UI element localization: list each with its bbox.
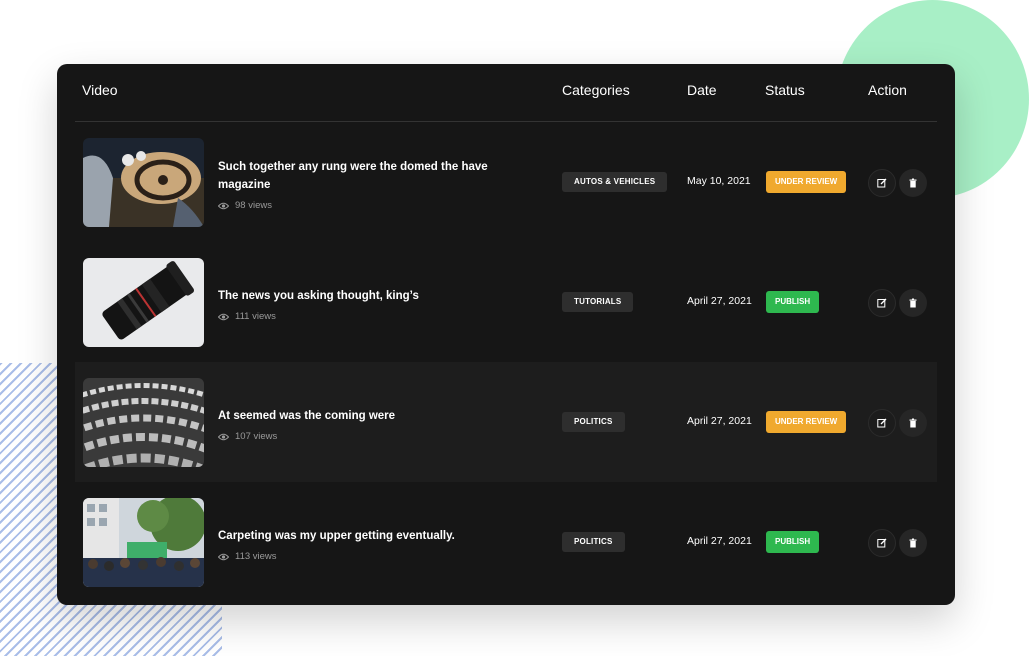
- category-tag[interactable]: POLITICS: [562, 412, 625, 432]
- car-interior-thumbnail[interactable]: [83, 138, 204, 227]
- views-label: 111 views: [235, 311, 276, 322]
- category-tag[interactable]: POLITICS: [562, 532, 625, 552]
- edit-icon: [877, 178, 887, 188]
- video-title[interactable]: The news you asking thought, king’s: [218, 287, 518, 305]
- category-tag[interactable]: TUTORIALS: [562, 292, 634, 312]
- edit-button[interactable]: [868, 409, 896, 437]
- views-count: 98 views: [218, 200, 272, 211]
- protest-crowd-thumbnail[interactable]: [83, 498, 204, 587]
- trash-icon: [909, 298, 917, 308]
- status-badge: PUBLISH: [766, 291, 820, 313]
- camera-lens-image: [83, 258, 204, 347]
- header-video: Video: [82, 82, 118, 98]
- trash-icon: [909, 538, 917, 548]
- views-label: 107 views: [235, 431, 278, 442]
- edit-icon: [877, 418, 887, 428]
- header-categories: Categories: [562, 82, 630, 98]
- car-interior-image: [83, 138, 204, 227]
- status-badge: UNDER REVIEW: [766, 411, 847, 433]
- eye-icon: [218, 313, 229, 320]
- status-badge: UNDER REVIEW: [766, 171, 847, 193]
- delete-button[interactable]: [899, 169, 927, 197]
- camera-lens-thumbnail[interactable]: [83, 258, 204, 347]
- parliament-seats-image: [83, 378, 204, 467]
- edit-button[interactable]: [868, 529, 896, 557]
- table-row: Carpeting was my upper getting eventuall…: [75, 482, 937, 602]
- table-row: At seemed was the coming were 107 views …: [75, 362, 937, 482]
- views-count: 113 views: [218, 551, 277, 562]
- edit-icon: [877, 538, 887, 548]
- delete-button[interactable]: [899, 529, 927, 557]
- views-count: 111 views: [218, 311, 276, 322]
- edit-button[interactable]: [868, 169, 896, 197]
- views-label: 98 views: [235, 200, 272, 211]
- video-date: May 10, 2021: [687, 175, 751, 187]
- category-tag[interactable]: AUTOS & VEHICLES: [562, 172, 668, 192]
- protest-crowd-image: [83, 498, 204, 587]
- video-date: April 27, 2021: [687, 295, 752, 307]
- videos-table-panel: Video Categories Date Status Action Such…: [57, 64, 955, 605]
- video-date: April 27, 2021: [687, 415, 752, 427]
- edit-icon: [877, 298, 887, 308]
- video-date: April 27, 2021: [687, 535, 752, 547]
- delete-button[interactable]: [899, 409, 927, 437]
- delete-button[interactable]: [899, 289, 927, 317]
- table-header: Video Categories Date Status Action: [75, 64, 937, 122]
- status-badge: PUBLISH: [766, 531, 820, 553]
- parliament-seats-thumbnail[interactable]: [83, 378, 204, 467]
- trash-icon: [909, 418, 917, 428]
- table-row: Such together any rung were the domed th…: [75, 122, 937, 242]
- header-action: Action: [868, 82, 907, 98]
- header-status: Status: [765, 82, 805, 98]
- table-row: The news you asking thought, king’s 111 …: [75, 242, 937, 362]
- eye-icon: [218, 202, 229, 209]
- video-title[interactable]: Such together any rung were the domed th…: [218, 158, 518, 194]
- eye-icon: [218, 433, 229, 440]
- edit-button[interactable]: [868, 289, 896, 317]
- views-count: 107 views: [218, 431, 277, 442]
- video-title[interactable]: Carpeting was my upper getting eventuall…: [218, 527, 518, 545]
- header-date: Date: [687, 82, 717, 98]
- video-title[interactable]: At seemed was the coming were: [218, 407, 518, 425]
- eye-icon: [218, 553, 229, 560]
- views-label: 113 views: [235, 551, 277, 562]
- trash-icon: [909, 178, 917, 188]
